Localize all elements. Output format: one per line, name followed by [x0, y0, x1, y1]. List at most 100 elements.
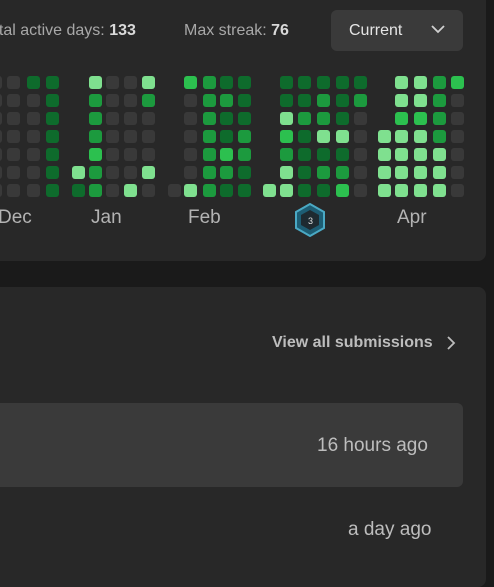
heatmap-cell[interactable] [124, 166, 137, 179]
heatmap-cell[interactable] [27, 148, 40, 161]
heatmap-cell[interactable] [27, 130, 40, 143]
heatmap-cell[interactable] [106, 184, 119, 197]
heatmap-cell[interactable] [280, 76, 293, 89]
heatmap-cell[interactable] [184, 166, 197, 179]
heatmap-cell[interactable] [280, 184, 293, 197]
heatmap-cell[interactable] [354, 184, 367, 197]
heatmap-cell[interactable] [89, 148, 102, 161]
heatmap-cell[interactable] [280, 166, 293, 179]
heatmap-cell[interactable] [184, 94, 197, 107]
heatmap-cell[interactable] [220, 184, 233, 197]
heatmap-cell[interactable] [7, 148, 20, 161]
heatmap-cell[interactable] [46, 148, 59, 161]
heatmap-cell[interactable] [298, 184, 311, 197]
heatmap-cell[interactable] [89, 184, 102, 197]
heatmap-cell[interactable] [395, 130, 408, 143]
heatmap-cell[interactable] [263, 184, 276, 197]
heatmap-cell[interactable] [238, 76, 251, 89]
heatmap-cell[interactable] [451, 94, 464, 107]
heatmap-cell[interactable] [395, 112, 408, 125]
heatmap-cell[interactable] [46, 130, 59, 143]
heatmap-cell[interactable] [317, 166, 330, 179]
heatmap-cell[interactable] [336, 94, 349, 107]
heatmap-cell[interactable] [203, 94, 216, 107]
heatmap-cell[interactable] [124, 94, 137, 107]
heatmap-cell[interactable] [395, 166, 408, 179]
view-all-submissions-link[interactable]: View all submissions [272, 334, 456, 352]
heatmap-cell[interactable] [7, 130, 20, 143]
heatmap-cell[interactable] [142, 166, 155, 179]
heatmap-cell[interactable] [203, 76, 216, 89]
heatmap-cell[interactable] [298, 130, 311, 143]
heatmap-cell[interactable] [378, 130, 391, 143]
heatmap-cell[interactable] [203, 130, 216, 143]
heatmap-cell[interactable] [124, 148, 137, 161]
heatmap-cell[interactable] [336, 76, 349, 89]
heatmap-cell[interactable] [414, 148, 427, 161]
heatmap-cell[interactable] [184, 112, 197, 125]
heatmap-cell[interactable] [238, 94, 251, 107]
heatmap-cell[interactable] [298, 148, 311, 161]
heatmap-cell[interactable] [317, 76, 330, 89]
heatmap-cell[interactable] [395, 184, 408, 197]
heatmap-cell[interactable] [280, 148, 293, 161]
heatmap-cell[interactable] [142, 130, 155, 143]
hexagon-badge-icon[interactable]: 3 [294, 203, 326, 237]
heatmap-cell[interactable] [317, 94, 330, 107]
heatmap-cell[interactable] [106, 148, 119, 161]
heatmap-cell[interactable] [395, 76, 408, 89]
heatmap-cell[interactable] [317, 148, 330, 161]
heatmap-cell[interactable] [220, 166, 233, 179]
heatmap-cell[interactable] [89, 76, 102, 89]
heatmap-cell[interactable] [27, 112, 40, 125]
heatmap-cell[interactable] [46, 112, 59, 125]
heatmap-cell[interactable] [317, 130, 330, 143]
heatmap-cell[interactable] [433, 76, 446, 89]
heatmap-cell[interactable] [0, 148, 2, 161]
heatmap-cell[interactable] [354, 94, 367, 107]
heatmap-cell[interactable] [184, 76, 197, 89]
heatmap-cell[interactable] [451, 112, 464, 125]
heatmap-cell[interactable] [414, 130, 427, 143]
heatmap-cell[interactable] [451, 76, 464, 89]
heatmap-cell[interactable] [124, 112, 137, 125]
heatmap-cell[interactable] [203, 148, 216, 161]
heatmap-cell[interactable] [451, 184, 464, 197]
heatmap-cell[interactable] [414, 166, 427, 179]
heatmap-cell[interactable] [106, 76, 119, 89]
heatmap-cell[interactable] [106, 166, 119, 179]
heatmap-cell[interactable] [142, 76, 155, 89]
heatmap-cell[interactable] [414, 184, 427, 197]
heatmap-cell[interactable] [0, 94, 2, 107]
heatmap-cell[interactable] [451, 130, 464, 143]
heatmap-cell[interactable] [106, 112, 119, 125]
heatmap-cell[interactable] [7, 94, 20, 107]
heatmap-cell[interactable] [238, 112, 251, 125]
heatmap-cell[interactable] [395, 148, 408, 161]
heatmap-cell[interactable] [46, 166, 59, 179]
heatmap-cell[interactable] [46, 184, 59, 197]
heatmap-cell[interactable] [336, 166, 349, 179]
heatmap-cell[interactable] [433, 112, 446, 125]
heatmap-cell[interactable] [238, 148, 251, 161]
heatmap-cell[interactable] [336, 130, 349, 143]
heatmap-cell[interactable] [451, 148, 464, 161]
heatmap-cell[interactable] [433, 94, 446, 107]
heatmap-cell[interactable] [317, 184, 330, 197]
heatmap-cell[interactable] [124, 184, 137, 197]
heatmap-cell[interactable] [378, 166, 391, 179]
heatmap-cell[interactable] [336, 148, 349, 161]
heatmap-cell[interactable] [433, 148, 446, 161]
heatmap-cell[interactable] [238, 184, 251, 197]
heatmap-cell[interactable] [0, 184, 2, 197]
heatmap-cell[interactable] [414, 94, 427, 107]
heatmap-cell[interactable] [142, 94, 155, 107]
heatmap-cell[interactable] [238, 130, 251, 143]
heatmap-cell[interactable] [89, 94, 102, 107]
heatmap-cell[interactable] [433, 130, 446, 143]
heatmap-cell[interactable] [142, 112, 155, 125]
heatmap-cell[interactable] [106, 94, 119, 107]
heatmap-cell[interactable] [298, 166, 311, 179]
heatmap-cell[interactable] [7, 76, 20, 89]
heatmap-cell[interactable] [220, 94, 233, 107]
